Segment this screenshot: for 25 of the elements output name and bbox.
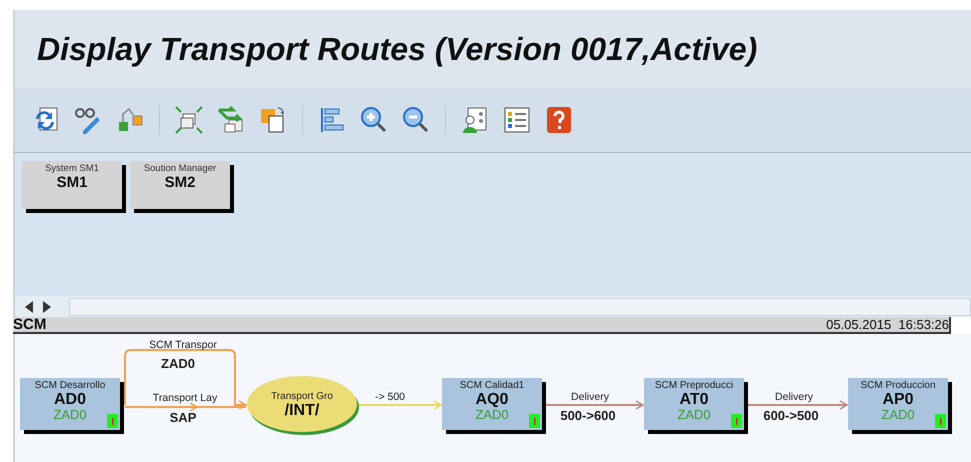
- scroll-right-icon[interactable]: [43, 300, 51, 312]
- route-value: 600->500: [763, 408, 819, 423]
- route-label: SCM Transpor: [149, 339, 217, 351]
- transport-group-node[interactable]: Transport Gro /INT/: [247, 376, 357, 432]
- route-label: -> 500: [374, 391, 406, 403]
- system-button[interactable]: Soution Manager SM2: [130, 161, 230, 209]
- route-value: ZAD0: [161, 356, 195, 371]
- status-icon: [529, 414, 540, 428]
- domain-name: SCM: [13, 316, 46, 333]
- route-value: SAP: [170, 410, 196, 425]
- window-title: Display Transport Routes (Version 0017,Active): [37, 30, 758, 68]
- system-button[interactable]: System SM1 SM1: [22, 161, 122, 209]
- route-label: Transport Lay: [152, 392, 218, 404]
- route-label: Delivery: [775, 391, 813, 403]
- system-node[interactable]: SCM Produccion AP0 ZAD0: [848, 378, 948, 430]
- status-icon: [107, 414, 118, 428]
- route-label: Delivery: [571, 391, 609, 403]
- status-icon: [935, 414, 946, 428]
- system-node[interactable]: SCM Calidad1 AQ0 ZAD0: [442, 378, 542, 430]
- scroll-left-icon[interactable]: [25, 300, 33, 312]
- system-node[interactable]: SCM Preproducci AT0 ZAD0: [644, 378, 744, 430]
- timestamp: 05.05.2015 16:53:26: [826, 317, 949, 332]
- route-value: 500->600: [560, 408, 616, 423]
- status-icon: [731, 414, 742, 428]
- system-node[interactable]: SCM Desarrollo AD0 ZAD0: [20, 378, 120, 430]
